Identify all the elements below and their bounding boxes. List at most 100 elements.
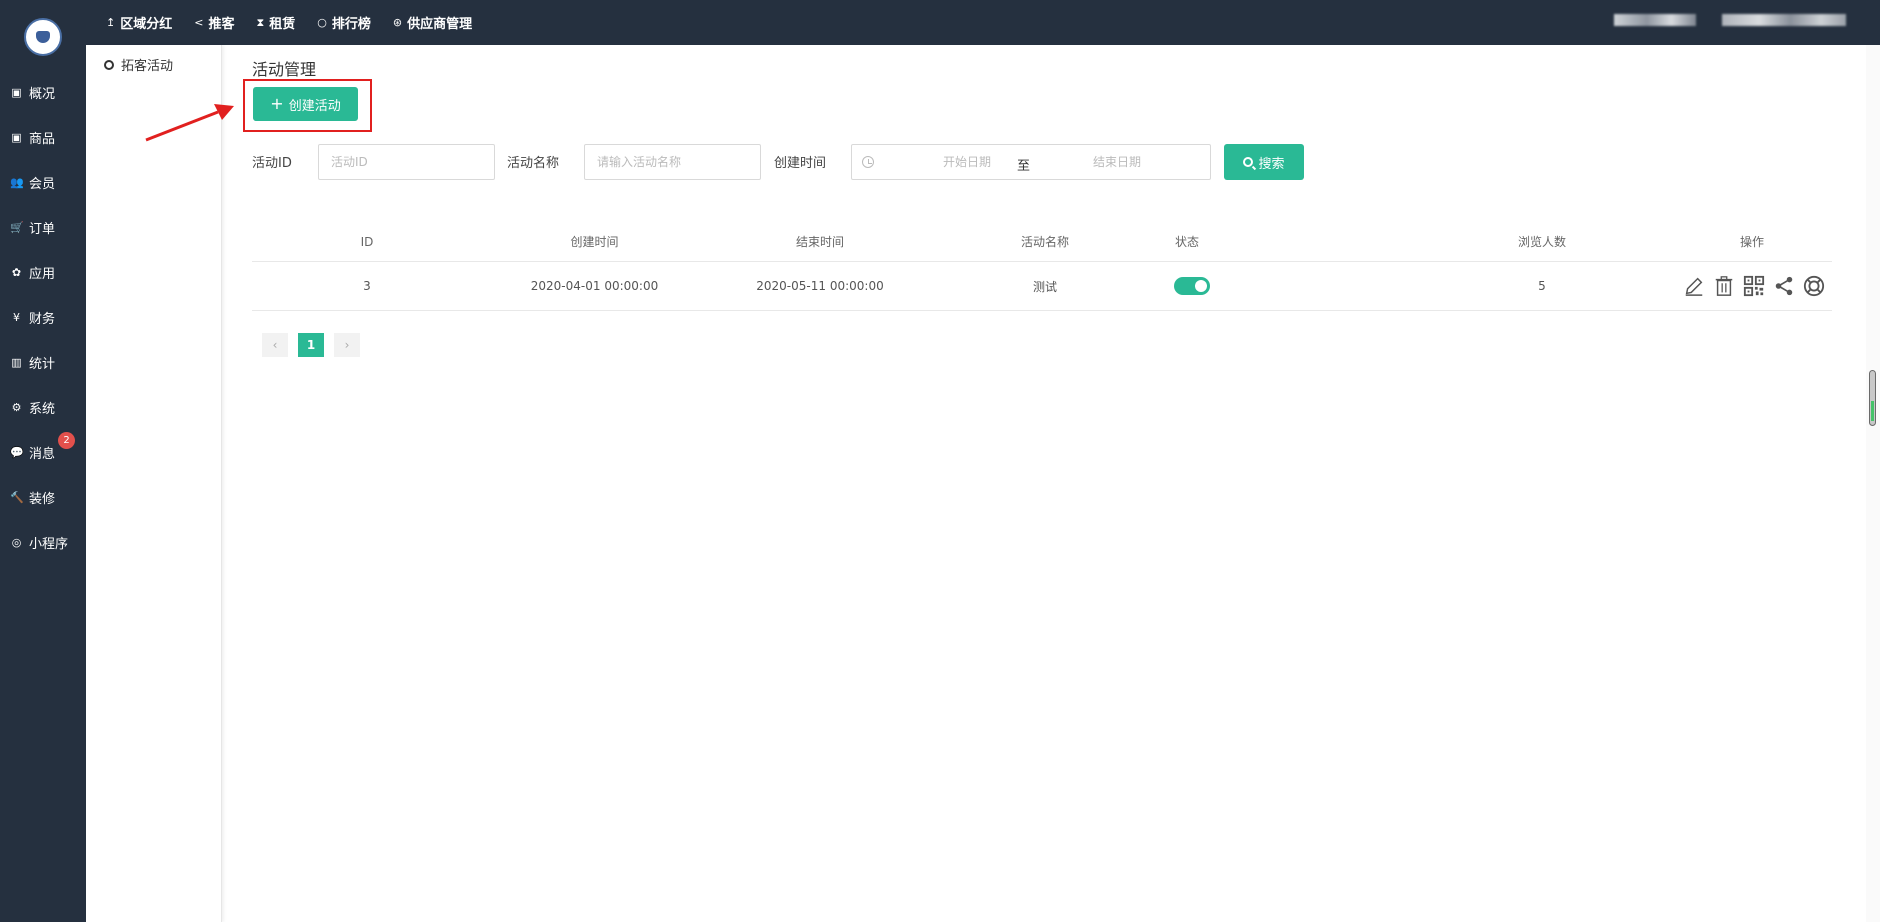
sidebar-item-products[interactable]: ▣ 商品 — [10, 127, 55, 147]
cell-end-time: 2020-05-11 00:00:00 — [756, 279, 884, 293]
activity-name-input[interactable] — [584, 144, 761, 180]
share-icon[interactable] — [1773, 275, 1795, 297]
circle-icon — [104, 59, 114, 70]
logo[interactable] — [24, 18, 62, 56]
sidebar-item-system[interactable]: ⚙ 系统 — [10, 397, 55, 417]
table-header: ID 创建时间 结束时间 活动名称 状态 浏览人数 操作 — [252, 222, 1832, 262]
cart-icon: 🛒 — [10, 220, 24, 234]
table-row: 3 2020-04-01 00:00:00 2020-05-11 00:00:0… — [252, 262, 1832, 311]
sidebar-item-messages[interactable]: 💬 消息 — [10, 442, 55, 462]
sidebar-item-label: 系统 — [29, 401, 56, 417]
sidebar-item-label: 财务 — [29, 311, 56, 327]
sidebar-item-label: 概况 — [29, 86, 56, 102]
members-icon: 👥 — [10, 175, 24, 189]
message-count-badge: 2 — [58, 432, 75, 449]
message-icon: 💬 — [10, 445, 24, 459]
sidebar-item-label: 会员 — [29, 176, 56, 192]
topnav-label: 区域分红 — [120, 17, 173, 32]
submenu-item-label: 拓客活动 — [121, 59, 174, 74]
highlight-box — [243, 79, 372, 132]
col-header-views: 浏览人数 — [1517, 235, 1566, 249]
delete-icon[interactable] — [1713, 275, 1735, 297]
skype-icon: ⊛ — [392, 16, 403, 29]
apps-icon: ✿ — [11, 265, 22, 279]
sidebar-item-members[interactable]: 👥 会员 — [10, 172, 55, 192]
overview-icon: ▣ — [11, 85, 22, 99]
cogs-icon: ⚙ — [11, 400, 22, 414]
scrollbar-thumb[interactable] — [1869, 370, 1876, 426]
topnav-label: 供应商管理 — [407, 17, 473, 32]
search-button[interactable]: 搜索 — [1224, 144, 1304, 180]
status-toggle[interactable] — [1174, 277, 1210, 295]
topnav-item-regional-dividend[interactable]: ↥ 区域分红 — [106, 13, 172, 32]
circle-icon: ○ — [317, 16, 327, 29]
topnav-label: 推客 — [208, 17, 235, 32]
pagination-next-button[interactable]: › — [334, 333, 360, 357]
annotation-arrow-icon — [145, 104, 234, 142]
sidebar-item-label: 商品 — [29, 131, 56, 147]
sidebar-item-label: 消息 — [29, 446, 56, 462]
cell-operations — [1644, 262, 1864, 310]
cell-created-time: 2020-04-01 00:00:00 — [530, 279, 659, 293]
cell-activity-name: 测试 — [1032, 279, 1057, 294]
bar-chart-icon: ▥ — [11, 355, 22, 369]
blurred-account-info[interactable] — [1722, 14, 1846, 26]
date-range-picker[interactable]: 至 — [851, 144, 1211, 180]
search-icon — [1243, 157, 1254, 167]
gavel-icon: 🔨 — [10, 490, 24, 504]
cell-views: 5 — [1538, 279, 1546, 293]
lifebuoy-icon[interactable] — [1803, 275, 1825, 297]
top-nav: ↥ 区域分红 < 推客 ⧗ 租赁 ○ 排行榜 ⊛ 供应商管理 — [106, 0, 472, 45]
col-header-name: 活动名称 — [1020, 235, 1069, 249]
toggle-knob — [1195, 280, 1207, 292]
qrcode-icon[interactable] — [1743, 275, 1765, 297]
date-separator: 至 — [1017, 159, 1031, 174]
topnav-item-leaderboard[interactable]: ○ 排行榜 — [317, 13, 371, 32]
sidebar-item-label: 订单 — [29, 221, 56, 237]
topnav-item-rental[interactable]: ⧗ 租赁 — [256, 13, 296, 33]
col-header-ended: 结束时间 — [795, 235, 844, 249]
submenu: 拓客活动 — [86, 45, 222, 922]
blurred-user-info — [1614, 14, 1696, 26]
sidebar-item-label: 统计 — [29, 356, 56, 372]
wechat-icon: ◎ — [11, 535, 22, 549]
edit-icon[interactable] — [1683, 275, 1705, 297]
search-label: 搜索 — [1258, 156, 1285, 172]
logo-shield-icon — [36, 31, 50, 43]
share-icon: < — [194, 16, 204, 29]
pagination-prev-button[interactable]: ‹ — [262, 333, 288, 357]
thumbtack-icon: ↥ — [106, 16, 116, 29]
topnav-label: 排行榜 — [331, 17, 371, 32]
page-title: 活动管理 — [252, 60, 317, 79]
topnav-item-promoter[interactable]: < 推客 — [194, 13, 234, 32]
pagination-page-1[interactable]: 1 — [298, 333, 324, 357]
product-icon: ▣ — [11, 130, 22, 144]
sidebar-item-overview[interactable]: ▣ 概况 — [10, 82, 55, 102]
sidebar-item-label: 小程序 — [29, 536, 69, 552]
col-header-operations: 操作 — [1739, 235, 1764, 249]
scrollbar-track[interactable] — [1866, 45, 1880, 922]
col-header-created: 创建时间 — [570, 235, 619, 249]
col-header-status: 状态 — [1174, 235, 1199, 249]
topnav-item-supplier[interactable]: ⊛ 供应商管理 — [393, 13, 472, 32]
end-date-input[interactable] — [1070, 155, 1164, 169]
sidebar-item-finance[interactable]: ¥ 财务 — [10, 307, 55, 327]
submenu-item-customer-activity[interactable]: 拓客活动 — [104, 55, 173, 74]
clock-icon — [862, 156, 874, 168]
sidebar-item-label: 应用 — [29, 266, 56, 282]
activity-id-label: 活动ID — [252, 156, 292, 171]
sidebar-item-decoration[interactable]: 🔨 装修 — [10, 487, 55, 507]
sidebar-item-mini-program[interactable]: ◎ 小程序 — [10, 532, 68, 552]
topnav-label: 租赁 — [269, 17, 296, 32]
sidebar-item-label: 装修 — [29, 491, 56, 507]
col-header-id: ID — [360, 234, 374, 249]
sidebar-item-orders[interactable]: 🛒 订单 — [10, 217, 55, 237]
sidebar-item-statistics[interactable]: ▥ 统计 — [10, 352, 55, 372]
start-date-input[interactable] — [920, 155, 1014, 169]
cell-status — [1162, 262, 1222, 310]
created-time-label: 创建时间 — [774, 156, 827, 171]
yen-icon: ¥ — [13, 310, 20, 324]
sidebar-item-apps[interactable]: ✿ 应用 — [10, 262, 55, 282]
sidebar: ▣ 概况 ▣ 商品 👥 会员 🛒 订单 ✿ 应用 ¥ 财务 ▥ 统计 ⚙ 系统 … — [0, 0, 86, 922]
activity-id-input[interactable] — [318, 144, 495, 180]
